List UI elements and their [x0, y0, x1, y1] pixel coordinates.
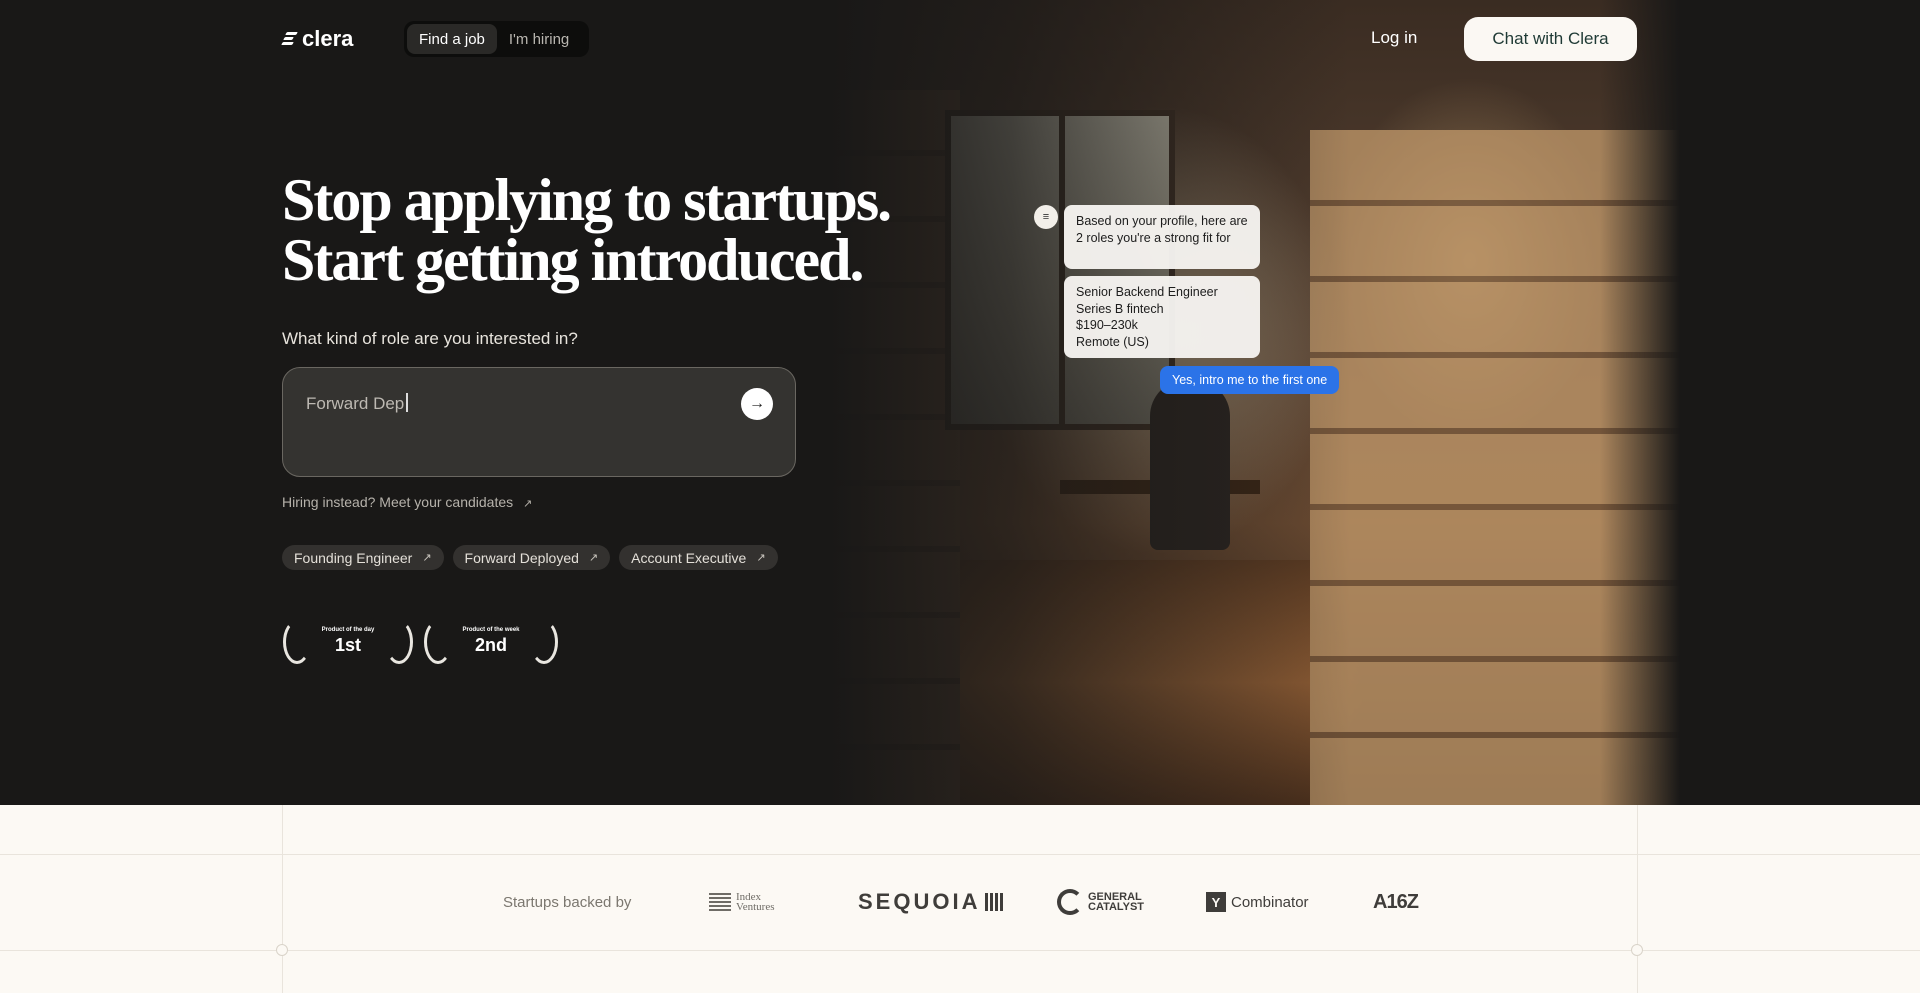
- role-card: Senior Backend Engineer Series B fintech…: [1064, 276, 1260, 358]
- role-salary: $190–230k: [1076, 318, 1138, 332]
- role-title: Senior Backend Engineer: [1076, 285, 1218, 299]
- hero-fade-right: [1600, 0, 1920, 805]
- grid-dot: [276, 944, 288, 956]
- pill-label: Founding Engineer: [294, 549, 413, 566]
- chat-with-clera-button[interactable]: Chat with Clera: [1464, 17, 1637, 61]
- clera-avatar-icon: ≡: [1034, 205, 1058, 229]
- hiring-link-label: Hiring instead? Meet your candidates: [282, 494, 514, 510]
- logo-text: Combinator: [1231, 893, 1309, 911]
- grid-line: [1637, 805, 1638, 993]
- external-arrow-icon: ↗: [756, 552, 766, 564]
- laurel-right-icon: [530, 620, 558, 664]
- general-catalyst-logo: GENERAL CATALYST: [1057, 889, 1145, 915]
- logo-text: Index Ventures: [736, 891, 775, 913]
- clera-logo-icon: [281, 32, 298, 46]
- toggle-im-hiring[interactable]: I'm hiring: [497, 24, 581, 54]
- mode-toggle[interactable]: Find a job I'm hiring: [404, 21, 589, 57]
- page-title: Stop applying to startups. Start getting…: [282, 167, 892, 293]
- hero-fade-left: [830, 0, 1350, 805]
- pill-forward-deployed[interactable]: Forward Deployed ↗: [452, 545, 611, 570]
- award-product-of-day: Product of the day 1st: [283, 618, 413, 664]
- external-arrow-icon: ↗: [588, 552, 599, 564]
- pill-founding-engineer[interactable]: Founding Engineer ↗: [282, 545, 444, 570]
- external-arrow-icon: ↗: [523, 498, 533, 510]
- sequoia-logo: SEQUOIA: [858, 889, 1004, 915]
- user-reply-bubble: Yes, intro me to the first one: [1160, 366, 1340, 394]
- search-input-value: Forward Dep: [306, 394, 405, 413]
- login-link[interactable]: Log in: [1371, 28, 1417, 48]
- a16z-logo: A16Z: [1373, 891, 1419, 914]
- logo-text: GENERAL CATALYST: [1088, 891, 1145, 913]
- logo-text: clera: [302, 26, 354, 51]
- headline-line-2: Start getting introduced.: [282, 227, 865, 293]
- pill-label: Account Executive: [631, 549, 747, 566]
- search-input-value-wrap: Forward Dep: [306, 393, 408, 414]
- role-search-input[interactable]: Forward Dep →: [282, 367, 796, 477]
- toggle-find-job[interactable]: Find a job: [407, 24, 497, 54]
- role-question: What kind of role are you interested in?: [282, 329, 578, 348]
- y-combinator-icon: Y: [1206, 892, 1226, 912]
- role-company: Series B fintech: [1076, 301, 1164, 316]
- index-ventures-logo: Index Ventures: [709, 891, 776, 913]
- suggested-roles: Founding Engineer ↗ Forward Deployed ↗ Acc…: [282, 545, 778, 570]
- y-combinator-logo: Y Combinator: [1206, 892, 1309, 912]
- logo-text: SEQUOIA: [858, 889, 981, 914]
- clera-logo[interactable]: clera: [281, 26, 354, 52]
- text-caret: [406, 393, 408, 412]
- grid-line: [0, 854, 1920, 855]
- award-product-of-week: Product of the week 2nd: [424, 618, 558, 664]
- clera-message: Based on your profile, here are 2 roles …: [1064, 205, 1260, 269]
- backed-by-label: Startups backed by: [503, 894, 632, 911]
- submit-arrow-icon[interactable]: →: [741, 388, 773, 420]
- pill-label: Forward Deployed: [464, 549, 579, 566]
- laurel-right-icon: [385, 620, 413, 664]
- role-location: Remote (US): [1076, 334, 1149, 349]
- external-arrow-icon: ↗: [422, 552, 432, 564]
- sequoia-icon: [985, 893, 1004, 911]
- pill-account-executive[interactable]: Account Executive ↗: [619, 545, 778, 570]
- grid-line: [282, 805, 283, 993]
- grid-dot: [1631, 944, 1643, 956]
- headline-line-1: Stop applying to startups.: [282, 167, 892, 233]
- hiring-instead-link[interactable]: Hiring instead? Meet your candidates ↗: [282, 494, 532, 510]
- index-ventures-icon: [709, 893, 731, 911]
- general-catalyst-icon: [1057, 889, 1083, 915]
- logo-text: A16Z: [1373, 891, 1419, 913]
